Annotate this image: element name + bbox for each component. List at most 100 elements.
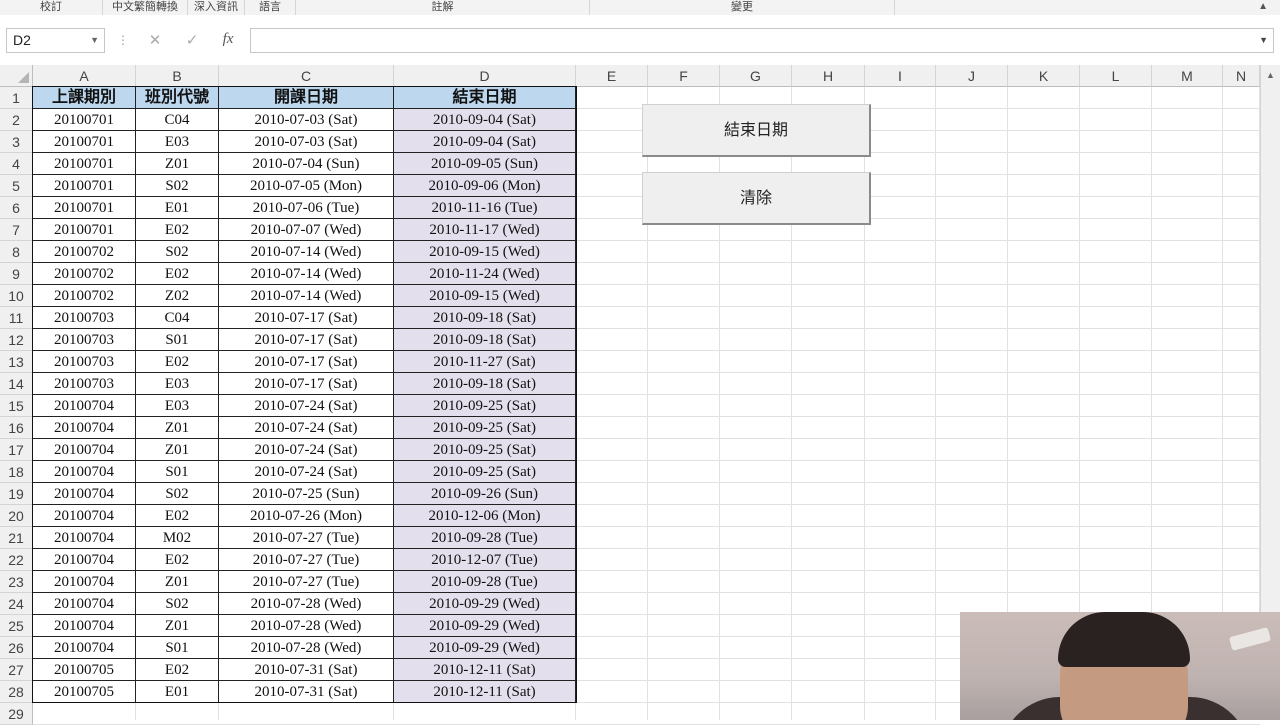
table-cell[interactable]: S01 bbox=[136, 461, 219, 483]
table-cell[interactable]: 2010-09-05 (Sun) bbox=[394, 153, 576, 175]
table-cell[interactable]: 2010-09-28 (Tue) bbox=[394, 571, 576, 593]
column-header-k[interactable]: K bbox=[1008, 65, 1080, 87]
table-cell[interactable]: 20100701 bbox=[33, 131, 136, 153]
row-header-2[interactable]: 2 bbox=[0, 109, 33, 131]
row-header-29[interactable]: 29 bbox=[0, 703, 33, 725]
table-cell[interactable]: 20100704 bbox=[33, 395, 136, 417]
row-header-10[interactable]: 10 bbox=[0, 285, 33, 307]
table-cell[interactable]: E02 bbox=[136, 549, 219, 571]
table-cell[interactable]: 2010-09-28 (Tue) bbox=[394, 527, 576, 549]
table-cell[interactable]: 20100704 bbox=[33, 615, 136, 637]
row-header-22[interactable]: 22 bbox=[0, 549, 33, 571]
table-cell[interactable]: 2010-12-11 (Sat) bbox=[394, 681, 576, 703]
table-cell[interactable]: S02 bbox=[136, 175, 219, 197]
table-cell[interactable]: 20100704 bbox=[33, 417, 136, 439]
table-cell[interactable]: 2010-09-25 (Sat) bbox=[394, 439, 576, 461]
table-cell[interactable]: 20100704 bbox=[33, 483, 136, 505]
table-cell[interactable]: 2010-07-31 (Sat) bbox=[219, 681, 394, 703]
row-header-21[interactable]: 21 bbox=[0, 527, 33, 549]
column-header-b[interactable]: B bbox=[136, 65, 219, 87]
table-cell[interactable]: C04 bbox=[136, 109, 219, 131]
table-cell[interactable]: 2010-09-18 (Sat) bbox=[394, 307, 576, 329]
table-cell[interactable]: 2010-07-17 (Sat) bbox=[219, 373, 394, 395]
table-cell[interactable]: S02 bbox=[136, 593, 219, 615]
table-cell[interactable]: 2010-07-27 (Tue) bbox=[219, 571, 394, 593]
row-header-26[interactable]: 26 bbox=[0, 637, 33, 659]
table-cell[interactable]: 20100701 bbox=[33, 197, 136, 219]
table-cell[interactable]: 2010-07-26 (Mon) bbox=[219, 505, 394, 527]
table-cell[interactable]: 20100701 bbox=[33, 153, 136, 175]
row-header-12[interactable]: 12 bbox=[0, 329, 33, 351]
row-header-6[interactable]: 6 bbox=[0, 197, 33, 219]
table-cell[interactable]: C04 bbox=[136, 307, 219, 329]
table-cell[interactable]: 20100704 bbox=[33, 439, 136, 461]
column-header-n[interactable]: N bbox=[1223, 65, 1260, 87]
table-cell[interactable]: 2010-07-25 (Sun) bbox=[219, 483, 394, 505]
table-cell[interactable]: 2010-11-16 (Tue) bbox=[394, 197, 576, 219]
select-all-corner[interactable] bbox=[0, 65, 33, 87]
table-cell[interactable]: 2010-09-15 (Wed) bbox=[394, 241, 576, 263]
table-header-cell[interactable]: 結束日期 bbox=[394, 87, 576, 109]
row-header-14[interactable]: 14 bbox=[0, 373, 33, 395]
row-header-1[interactable]: 1 bbox=[0, 87, 33, 109]
table-cell[interactable]: 2010-12-06 (Mon) bbox=[394, 505, 576, 527]
table-cell[interactable]: S02 bbox=[136, 241, 219, 263]
column-header-d[interactable]: D bbox=[394, 65, 576, 87]
row-header-7[interactable]: 7 bbox=[0, 219, 33, 241]
row-header-3[interactable]: 3 bbox=[0, 131, 33, 153]
table-cell[interactable]: 2010-07-03 (Sat) bbox=[219, 131, 394, 153]
column-header-i[interactable]: I bbox=[865, 65, 936, 87]
row-header-17[interactable]: 17 bbox=[0, 439, 33, 461]
table-cell[interactable]: 20100703 bbox=[33, 373, 136, 395]
table-header-cell[interactable]: 開課日期 bbox=[219, 87, 394, 109]
table-cell[interactable]: 2010-07-17 (Sat) bbox=[219, 307, 394, 329]
table-header-cell[interactable]: 班別代號 bbox=[136, 87, 219, 109]
row-header-8[interactable]: 8 bbox=[0, 241, 33, 263]
column-header-h[interactable]: H bbox=[792, 65, 865, 87]
table-cell[interactable]: 2010-09-06 (Mon) bbox=[394, 175, 576, 197]
column-header-j[interactable]: J bbox=[936, 65, 1008, 87]
table-cell[interactable]: 2010-12-07 (Tue) bbox=[394, 549, 576, 571]
row-header-23[interactable]: 23 bbox=[0, 571, 33, 593]
table-cell[interactable]: Z01 bbox=[136, 615, 219, 637]
table-cell[interactable]: 2010-07-28 (Wed) bbox=[219, 637, 394, 659]
table-cell[interactable]: 20100704 bbox=[33, 549, 136, 571]
table-cell[interactable]: 2010-07-03 (Sat) bbox=[219, 109, 394, 131]
table-cell[interactable]: E03 bbox=[136, 373, 219, 395]
column-header-c[interactable]: C bbox=[219, 65, 394, 87]
table-cell[interactable]: 20100704 bbox=[33, 593, 136, 615]
table-cell[interactable]: Z01 bbox=[136, 153, 219, 175]
table-cell[interactable]: S02 bbox=[136, 483, 219, 505]
table-cell[interactable]: 2010-11-17 (Wed) bbox=[394, 219, 576, 241]
end-date-button[interactable]: 結束日期 bbox=[642, 104, 871, 157]
table-cell[interactable]: 20100705 bbox=[33, 681, 136, 703]
table-cell[interactable]: 2010-07-28 (Wed) bbox=[219, 615, 394, 637]
table-cell[interactable]: 20100704 bbox=[33, 527, 136, 549]
table-cell[interactable]: 20100702 bbox=[33, 241, 136, 263]
table-cell[interactable]: S01 bbox=[136, 637, 219, 659]
table-cell[interactable]: E02 bbox=[136, 505, 219, 527]
table-cell[interactable]: 2010-12-11 (Sat) bbox=[394, 659, 576, 681]
row-header-19[interactable]: 19 bbox=[0, 483, 33, 505]
table-cell[interactable]: Z01 bbox=[136, 439, 219, 461]
table-cell[interactable]: 2010-09-29 (Wed) bbox=[394, 615, 576, 637]
table-cell[interactable]: 2010-07-14 (Wed) bbox=[219, 241, 394, 263]
table-cell[interactable]: 2010-09-18 (Sat) bbox=[394, 329, 576, 351]
row-header-28[interactable]: 28 bbox=[0, 681, 33, 703]
row-header-9[interactable]: 9 bbox=[0, 263, 33, 285]
table-cell[interactable]: 2010-07-24 (Sat) bbox=[219, 461, 394, 483]
table-cell[interactable]: E02 bbox=[136, 219, 219, 241]
table-cell[interactable]: E02 bbox=[136, 263, 219, 285]
row-header-24[interactable]: 24 bbox=[0, 593, 33, 615]
column-header-g[interactable]: G bbox=[720, 65, 792, 87]
insert-function-icon[interactable]: fx bbox=[218, 31, 238, 48]
column-header-a[interactable]: A bbox=[33, 65, 136, 87]
table-cell[interactable]: Z02 bbox=[136, 285, 219, 307]
table-cell[interactable]: 2010-07-14 (Wed) bbox=[219, 263, 394, 285]
cancel-icon[interactable]: ✕ bbox=[145, 31, 165, 49]
table-cell[interactable]: 20100703 bbox=[33, 351, 136, 373]
row-header-5[interactable]: 5 bbox=[0, 175, 33, 197]
table-cell[interactable]: 2010-07-28 (Wed) bbox=[219, 593, 394, 615]
row-header-13[interactable]: 13 bbox=[0, 351, 33, 373]
table-cell[interactable]: 2010-07-05 (Mon) bbox=[219, 175, 394, 197]
